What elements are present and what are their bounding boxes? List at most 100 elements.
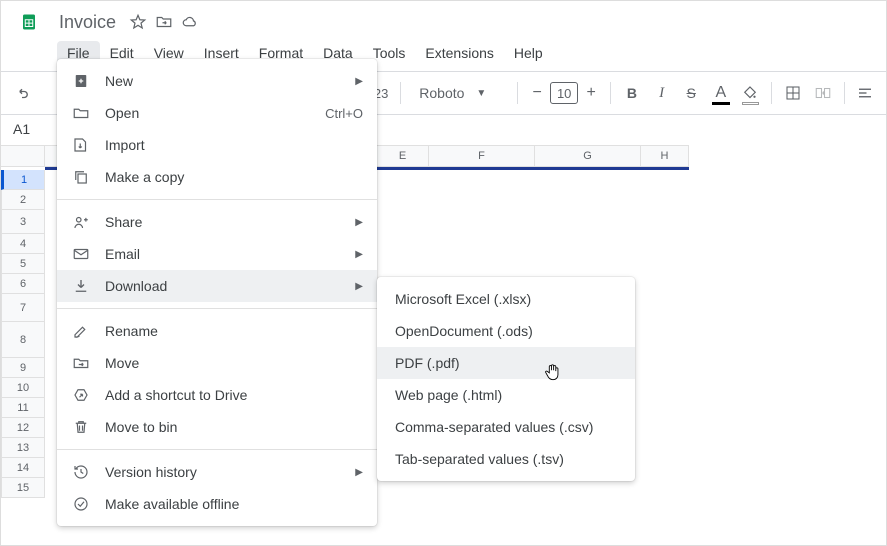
menu-label: Make a copy <box>105 169 184 185</box>
file-new[interactable]: New ▶ <box>57 65 377 97</box>
download-icon <box>71 276 91 296</box>
name-box[interactable]: A1 <box>9 121 34 137</box>
download-pdf[interactable]: PDF (.pdf) <box>377 347 635 379</box>
row-header[interactable]: 6 <box>1 274 45 294</box>
star-icon[interactable] <box>128 12 148 32</box>
column-header[interactable]: E <box>377 145 429 167</box>
file-make-copy[interactable]: Make a copy <box>57 161 377 193</box>
row-header[interactable]: 2 <box>1 190 45 210</box>
file-version-history[interactable]: Version history ▶ <box>57 456 377 488</box>
email-icon <box>71 244 91 264</box>
download-ods[interactable]: OpenDocument (.ods) <box>377 315 635 347</box>
italic-button[interactable]: I <box>649 79 675 107</box>
row-header[interactable]: 10 <box>1 378 45 398</box>
row-header[interactable]: 11 <box>1 398 45 418</box>
file-available-offline[interactable]: Make available offline <box>57 488 377 520</box>
row-header[interactable]: 9 <box>1 358 45 378</box>
submenu-arrow-icon: ▶ <box>355 281 363 292</box>
download-xlsx[interactable]: Microsoft Excel (.xlsx) <box>377 283 635 315</box>
separator <box>844 82 845 104</box>
menu-label: Add a shortcut to Drive <box>105 387 247 403</box>
copy-icon <box>71 167 91 187</box>
strikethrough-button[interactable]: S <box>678 79 704 107</box>
file-download[interactable]: Download ▶ <box>57 270 377 302</box>
cloud-status-icon[interactable] <box>180 12 200 32</box>
row-header[interactable]: 1 <box>1 170 45 190</box>
column-header[interactable]: G <box>535 145 641 167</box>
row-header[interactable]: 14 <box>1 458 45 478</box>
trash-icon <box>71 417 91 437</box>
row-header[interactable]: 3 <box>1 210 45 234</box>
drive-shortcut-icon <box>71 385 91 405</box>
menu-label: Make available offline <box>105 496 239 512</box>
separator <box>610 82 611 104</box>
separator <box>771 82 772 104</box>
row-header[interactable]: 15 <box>1 478 45 498</box>
file-move[interactable]: Move <box>57 347 377 379</box>
submenu-arrow-icon: ▶ <box>355 249 363 260</box>
sheets-logo[interactable] <box>9 2 49 42</box>
file-share[interactable]: Share ▶ <box>57 206 377 238</box>
menu-separator <box>57 199 377 200</box>
menu-label: Open <box>105 105 139 121</box>
file-menu-dropdown: New ▶ Open Ctrl+O Import Make a copy Sha… <box>57 59 377 526</box>
font-size-input[interactable]: 10 <box>550 82 578 104</box>
fill-color-button[interactable] <box>738 79 764 107</box>
menu-label: Email <box>105 246 140 262</box>
menu-extensions[interactable]: Extensions <box>415 41 503 65</box>
shortcut-label: Ctrl+O <box>325 106 363 121</box>
font-name: Roboto <box>419 85 464 101</box>
file-rename[interactable]: Rename <box>57 315 377 347</box>
row-header[interactable]: 8 <box>1 322 45 358</box>
menu-label: Share <box>105 214 142 230</box>
align-button[interactable] <box>852 79 878 107</box>
font-size-decrease[interactable]: − <box>526 84 548 102</box>
merge-cells-button[interactable] <box>810 79 836 107</box>
font-selector[interactable]: Roboto ▼ <box>409 85 509 101</box>
file-open[interactable]: Open Ctrl+O <box>57 97 377 129</box>
download-html[interactable]: Web page (.html) <box>377 379 635 411</box>
separator <box>517 82 518 104</box>
move-folder-icon[interactable] <box>154 12 174 32</box>
file-move-to-bin[interactable]: Move to bin <box>57 411 377 443</box>
download-tsv[interactable]: Tab-separated values (.tsv) <box>377 443 635 475</box>
file-import[interactable]: Import <box>57 129 377 161</box>
file-add-shortcut[interactable]: Add a shortcut to Drive <box>57 379 377 411</box>
rename-icon <box>71 321 91 341</box>
menu-label: Move <box>105 355 139 371</box>
chevron-down-icon: ▼ <box>476 88 486 99</box>
bold-button[interactable]: B <box>619 79 645 107</box>
row-header[interactable]: 13 <box>1 438 45 458</box>
new-sheet-icon <box>71 71 91 91</box>
download-csv[interactable]: Comma-separated values (.csv) <box>377 411 635 443</box>
menu-separator <box>57 308 377 309</box>
undo-button[interactable] <box>9 79 35 107</box>
font-size-increase[interactable]: + <box>580 84 602 102</box>
menu-help[interactable]: Help <box>504 41 553 65</box>
document-title[interactable]: Invoice <box>53 12 122 33</box>
move-icon <box>71 353 91 373</box>
menu-label: Download <box>105 278 167 294</box>
row-header[interactable]: 12 <box>1 418 45 438</box>
submenu-arrow-icon: ▶ <box>355 467 363 478</box>
row-header[interactable]: 5 <box>1 254 45 274</box>
submenu-arrow-icon: ▶ <box>355 217 363 228</box>
column-header[interactable]: F <box>429 145 535 167</box>
row-header[interactable]: 4 <box>1 234 45 254</box>
column-header[interactable]: H <box>641 145 689 167</box>
menu-label: Version history <box>105 464 197 480</box>
offline-icon <box>71 494 91 514</box>
menu-separator <box>57 449 377 450</box>
menu-label: Move to bin <box>105 419 177 435</box>
row-header[interactable]: 7 <box>1 294 45 322</box>
separator <box>400 82 401 104</box>
file-email[interactable]: Email ▶ <box>57 238 377 270</box>
menu-label: New <box>105 73 133 89</box>
borders-button[interactable] <box>780 79 806 107</box>
select-all-cell[interactable] <box>1 145 45 167</box>
share-icon <box>71 212 91 232</box>
history-icon <box>71 462 91 482</box>
hand-cursor-icon <box>543 363 561 386</box>
menu-label: Rename <box>105 323 158 339</box>
text-color-button[interactable]: A <box>708 79 734 107</box>
